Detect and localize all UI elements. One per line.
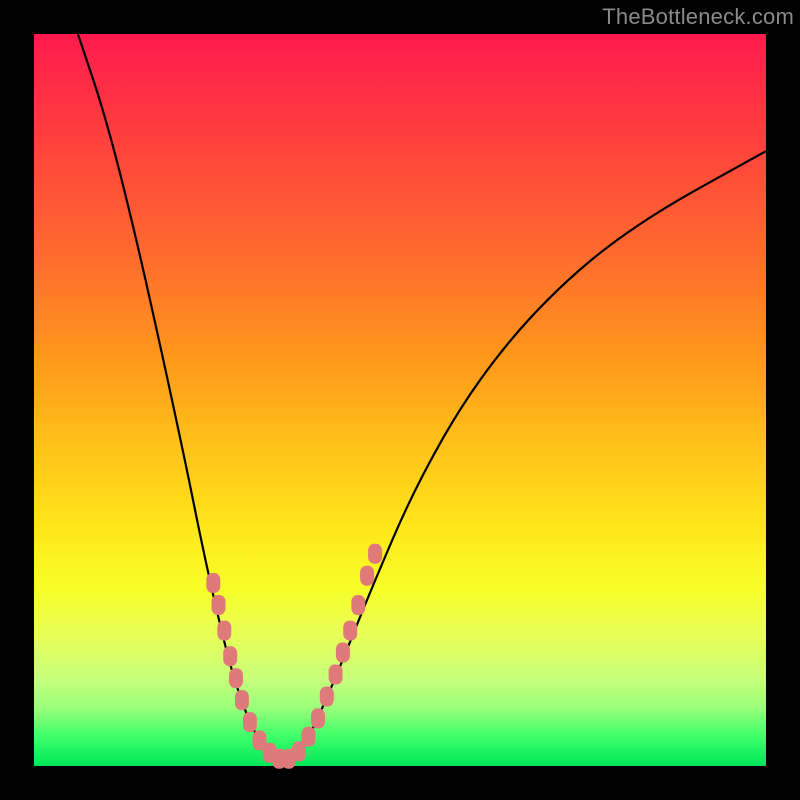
- plot-area: [34, 34, 766, 766]
- curve-marker: [217, 621, 231, 641]
- curve-marker: [311, 708, 325, 728]
- chart-stage: TheBottleneck.com: [0, 0, 800, 800]
- curve-marker: [223, 646, 237, 666]
- watermark-label: TheBottleneck.com: [602, 4, 794, 30]
- curve-marker: [343, 621, 357, 641]
- curve-marker: [368, 544, 382, 564]
- curve-marker: [351, 595, 365, 615]
- curve-marker: [243, 712, 257, 732]
- curve-marker: [235, 690, 249, 710]
- curve-marker: [336, 643, 350, 663]
- marker-group: [206, 544, 382, 769]
- curve-marker: [302, 727, 316, 747]
- curve-marker: [329, 665, 343, 685]
- bottleneck-curve: [78, 34, 766, 759]
- chart-svg: [34, 34, 766, 766]
- curve-marker: [229, 668, 243, 688]
- curve-marker: [212, 595, 226, 615]
- curve-marker: [360, 566, 374, 586]
- curve-marker: [320, 687, 334, 707]
- curve-marker: [206, 573, 220, 593]
